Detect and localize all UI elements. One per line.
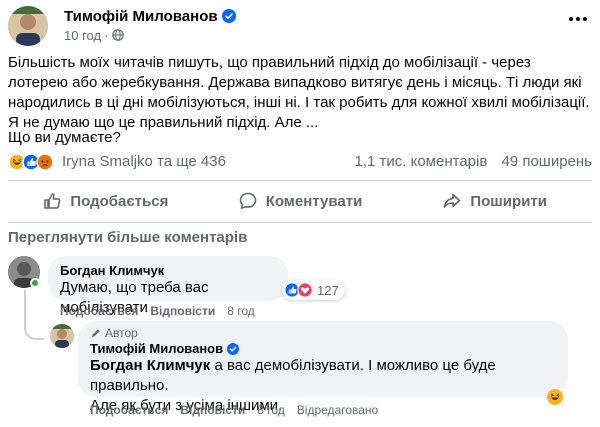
comment-time[interactable]: 8 год <box>227 304 255 318</box>
verified-icon <box>221 9 236 23</box>
reply-bubble: Автор Тимофій Милованов Богдан Климчук а… <box>78 321 568 414</box>
angry-reaction-icon <box>36 153 54 171</box>
comment-button[interactable]: Коментувати <box>203 185 398 217</box>
reply-text: Богдан Климчук а вас демобілізувати. І м… <box>90 357 496 394</box>
author-tag: Автор <box>90 326 556 340</box>
more-icon[interactable] <box>564 8 592 30</box>
view-more-comments-link[interactable]: Переглянути більше коментарів <box>8 229 247 246</box>
like-icon <box>44 193 61 209</box>
reply-author-name[interactable]: Тимофій Милованов <box>90 341 556 356</box>
reply-mention[interactable]: Богдан Климчук <box>90 357 210 374</box>
post-text: Більшість моїх читачів пишуть, що правил… <box>8 54 590 131</box>
post-header: Тимофій Милованов 10 год · <box>8 6 592 46</box>
share-icon <box>444 193 461 208</box>
emoji-icon[interactable] <box>546 388 564 406</box>
post-actions: Подобається Коментувати Поширити <box>8 185 592 217</box>
pen-icon <box>92 329 100 337</box>
comment-reactions[interactable]: 127 <box>282 280 345 300</box>
reply-time[interactable]: 8 год <box>257 403 285 417</box>
like-button[interactable]: Подобається <box>8 185 203 217</box>
comments-count[interactable]: 1,1 тис. коментарів <box>355 153 488 170</box>
reply-author-avatar[interactable] <box>50 324 74 348</box>
divider <box>8 180 592 181</box>
divider <box>8 222 592 223</box>
post-meta: 10 год · <box>64 28 125 43</box>
comment-icon <box>239 192 256 209</box>
love-reaction-icon <box>297 282 313 298</box>
comment-actions: Подобається Відповісти 8 год <box>60 304 267 318</box>
author-avatar[interactable] <box>8 6 48 46</box>
thread-connector <box>24 290 44 340</box>
online-status-dot <box>30 278 40 288</box>
comment-bubble: Богдан Климчук Думаю, що треба вас мобіл… <box>48 256 288 316</box>
comment-reactions-count: 127 <box>317 282 339 298</box>
reaction-icons[interactable] <box>8 153 54 171</box>
comment-reply-link[interactable]: Відповісти <box>150 304 215 318</box>
reactors-summary[interactable]: Iryna Smaljko та ще 436 <box>62 153 226 170</box>
share-button[interactable]: Поширити <box>397 185 592 217</box>
reply-reply-link[interactable]: Відповісти <box>180 403 245 417</box>
globe-icon <box>112 29 125 41</box>
comment-author-name[interactable]: Богдан Климчук <box>60 263 276 278</box>
post-time[interactable]: 10 год <box>64 28 101 43</box>
reply-like-link[interactable]: Подобається <box>90 403 168 417</box>
post-stats: Iryna Smaljko та ще 436 1,1 тис. комента… <box>8 151 592 173</box>
post-author-name[interactable]: Тимофій Милованов <box>64 8 236 25</box>
reply-edited-label: Відредаговано <box>296 403 379 417</box>
post-question: Що ви думаєте? <box>8 129 121 146</box>
comment-like-link[interactable]: Подобається <box>60 304 138 318</box>
reply-actions: Подобається Відповісти 8 год Відредаговано <box>90 403 390 417</box>
verified-icon <box>227 343 240 355</box>
shares-count[interactable]: 49 поширень <box>501 153 592 170</box>
